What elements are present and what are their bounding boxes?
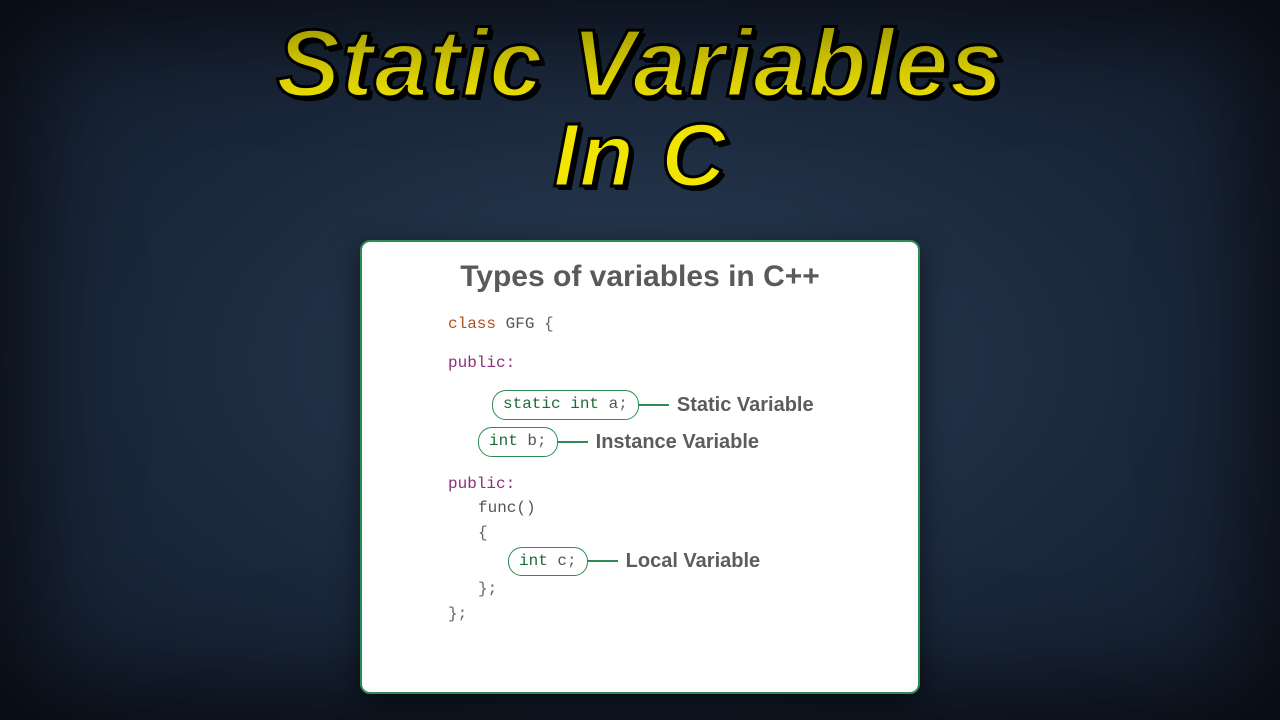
code-block: class GFG { public: static int a; Static… [388, 312, 892, 627]
title-line-1: Static Variables [0, 14, 1280, 115]
code-line-public2: public: [448, 472, 892, 497]
row-instance-variable: int b; Instance Variable [448, 427, 892, 458]
row-static-variable: static int a; Static Variable [448, 390, 892, 421]
label-static-variable: Static Variable [677, 390, 814, 421]
panel-heading: Types of variables in C++ [388, 260, 892, 294]
pill-int-b: int b; [478, 427, 558, 457]
title-line-2: In C [0, 109, 1280, 204]
label-local-variable: Local Variable [626, 546, 761, 577]
func-open-brace: { [478, 524, 488, 542]
pill-int-c: int c; [508, 547, 588, 577]
func-name: func() [478, 499, 536, 517]
func-close-brace: }; [478, 580, 497, 598]
code-line-func-open: { [448, 521, 892, 546]
keyword-public: public: [448, 475, 515, 493]
label-instance-variable: Instance Variable [596, 427, 759, 458]
connector-line [588, 560, 618, 562]
row-local-variable: int c; Local Variable [448, 546, 892, 577]
connector-line [639, 404, 669, 406]
class-close-brace: }; [448, 605, 467, 623]
class-name: GFG [506, 315, 535, 333]
code-line-func-close: }; [448, 577, 892, 602]
code-line-func: func() [448, 496, 892, 521]
open-brace: { [544, 315, 554, 333]
pill-static-int-a: static int a; [492, 390, 639, 420]
keyword-class: class [448, 315, 496, 333]
code-line-class-close: }; [448, 602, 892, 627]
connector-line [558, 441, 588, 443]
slide-title: Static Variables In C [0, 0, 1280, 203]
code-line-public1: public: [448, 351, 892, 376]
keyword-public: public: [448, 354, 515, 372]
code-line-class: class GFG { [448, 312, 892, 337]
code-panel: Types of variables in C++ class GFG { pu… [360, 240, 920, 694]
